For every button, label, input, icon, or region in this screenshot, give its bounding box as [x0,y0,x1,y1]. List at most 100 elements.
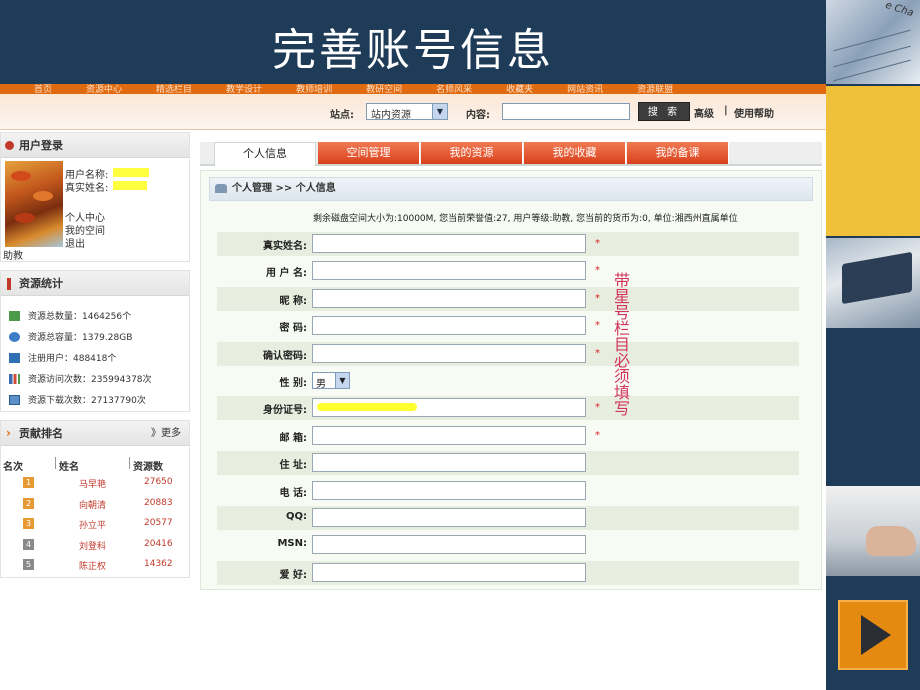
nav-item[interactable]: 教研空间 [366,84,402,94]
header-divider [55,457,56,469]
field-label: 性 别: [279,378,307,389]
rank-row: 2 向朝清 20883 [1,494,187,514]
nav-item[interactable]: 名师风采 [436,84,472,94]
rank-name[interactable]: 向朝清 [79,498,106,511]
form-row: 身份证号: * [217,396,799,421]
slide: 完善账号信息 首页 资源中心 精选栏目 教学设计 教师培训 教研空间 名师风采 收藏夹 网站资讯… [0,0,920,690]
field-input[interactable] [312,480,586,500]
stat-text: 资源总数量：1464256个 [28,312,132,322]
decor-column: e Cha [826,0,920,690]
field-label: 真实姓名: [263,241,307,252]
header-divider [129,457,130,469]
search-bar: 站点: 站内资源 ▼ 内容: 搜 索 高级 | 使用帮助 [0,94,826,130]
tab-my-resources[interactable]: 我的资源 [421,142,523,164]
decor-line [833,45,911,68]
form-row: 电 话: [217,479,799,503]
rank-name[interactable]: 陈正权 [79,559,106,572]
decor-device-image [826,238,920,328]
field-input[interactable] [312,453,586,473]
nav-item[interactable]: 资源联盟 [637,84,673,94]
site-select[interactable]: 站内资源 ▼ [366,103,448,121]
stat-item: 资源总容量：1379.28GB [9,330,132,343]
chevron-down-icon: ▼ [432,104,447,119]
stat-text: 资源总容量：1379.28GB [28,333,133,343]
leaf-shape [33,191,53,201]
rank-count: 20883 [144,497,173,508]
decor-chart-image: e Cha [826,0,920,84]
search-button[interactable]: 搜 索 [638,102,690,121]
rank-row: 5 陈正权 14362 [1,555,187,575]
nav-item[interactable]: 教学设计 [226,84,262,94]
rank-row: 4 刘登科 20416 [1,535,187,555]
user-icon [9,353,20,363]
next-slide-button[interactable] [838,600,908,670]
rank-name[interactable]: 孙立平 [79,518,106,531]
nav-item[interactable]: 收藏夹 [506,84,533,94]
stats-panel-title: 资源统计 [19,277,63,290]
field-input[interactable] [312,288,586,308]
tab-space-management[interactable]: 空间管理 [318,142,420,164]
rank-name[interactable]: 刘登科 [79,539,106,552]
tab-personal-info[interactable]: 个人信息 [214,142,316,166]
advanced-search-link[interactable]: 高级 [694,105,714,120]
site-label: 站点: [330,110,354,121]
content-label: 内容: [466,110,490,121]
rank-count: 14362 [144,559,173,569]
search-input[interactable] [502,103,630,120]
slide-title: 完善账号信息 [272,25,554,76]
form-row: 密 码: * [217,314,799,338]
required-mark: * [595,265,600,277]
field-input[interactable] [312,234,586,253]
field-input[interactable] [312,562,586,582]
help-link[interactable]: 使用帮助 [734,105,774,120]
required-mark: * [595,429,600,441]
logout-link[interactable]: 退出 [65,235,85,250]
stat-item: 资源下载次数：27137790次 [9,393,146,406]
nav-item[interactable]: 精选栏目 [156,84,192,94]
field-input[interactable] [312,343,586,363]
form-row: 确认密码: * [217,341,799,366]
bullet-icon [5,141,14,150]
field-input[interactable] [312,316,586,336]
avatar [5,161,63,247]
field-input[interactable] [312,425,586,445]
nav-item[interactable]: 首页 [34,84,52,94]
tab-my-lessons[interactable]: 我的备课 [627,142,729,164]
required-mark: * [595,347,600,359]
gender-select[interactable]: 男 ▼ [312,372,350,390]
hand-shape [866,526,916,556]
required-mark: * [595,292,600,304]
required-mark: * [595,320,600,332]
required-mark: * [595,238,600,249]
rank-badge: 3 [23,518,34,529]
login-panel-title: 用户登录 [19,139,63,152]
rank-badge: 5 [23,559,34,570]
chart-icon [9,311,20,321]
rank-name[interactable]: 马早艳 [79,477,106,490]
tab-my-favorites[interactable]: 我的收藏 [524,142,626,164]
more-link[interactable]: 》更多 [151,421,181,446]
form-row: 昵 称: * [217,286,799,311]
form-row: 住 址: [217,451,799,476]
bar-icon [7,278,11,290]
chevron-down-icon: ▼ [335,373,349,388]
rank-count: 20416 [144,538,173,549]
nav-item[interactable]: 网站资讯 [567,84,603,94]
field-input[interactable] [312,261,586,281]
rank-row: 1 马早艳 27650 [1,473,187,493]
user-rank-text: 助教 [3,251,23,262]
field-label: 确认密码: [263,350,307,362]
field-input[interactable] [312,508,586,527]
rank-panel: › 贡献排名 》更多 名次 姓名 资源数 1 马早艳 27650 2 向朝清 20883 3… [0,420,190,578]
device-shape [842,251,912,305]
field-input[interactable] [312,535,586,555]
quota-info: 剩余磁盘空间大小为:10000M, 您当前荣誉值:27, 用户等级:助教, 您当… [313,214,738,224]
field-label: 爱 好: [279,569,307,581]
stat-item: 注册用户：488418个 [9,351,116,364]
breadcrumb: 个人管理 >> 个人信息 [209,177,813,201]
redacted-id-number [317,403,417,412]
field-label: MSN: [277,538,307,550]
nav-item[interactable]: 资源中心 [86,84,122,94]
rank-count: 27650 [144,477,173,487]
nav-item[interactable]: 教师培训 [296,84,332,94]
